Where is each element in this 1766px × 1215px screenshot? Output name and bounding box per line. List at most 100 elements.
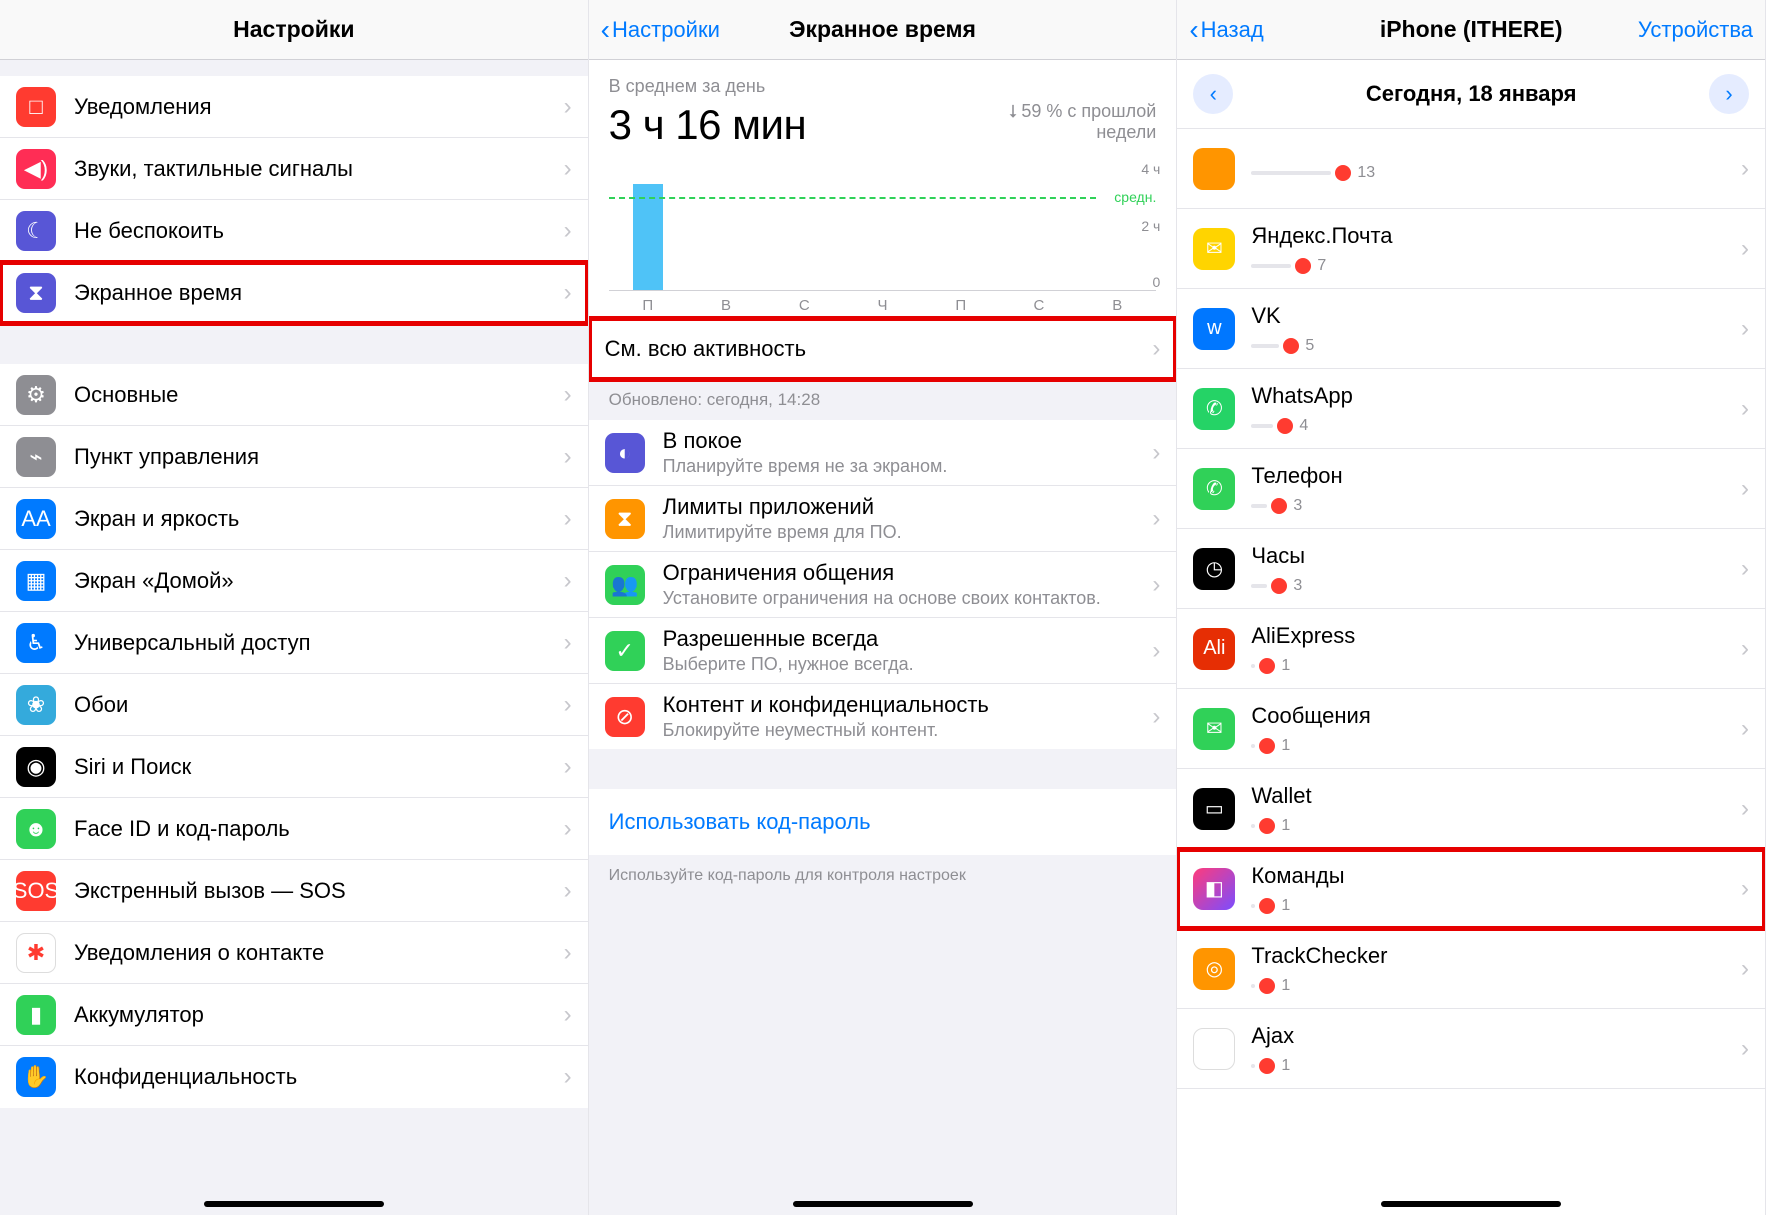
home-indicator [793,1201,973,1207]
next-day-button[interactable]: › [1709,74,1749,114]
app-row-Ajax[interactable]: ▼ Ajax 1 › [1177,1009,1765,1089]
chevron-right-icon: › [1741,155,1749,183]
accessibility-icon: ♿︎ [16,623,56,663]
app-row-Сообщения[interactable]: ✉ Сообщения 1 › [1177,689,1765,769]
option-row-comm-limits[interactable]: 👥 Ограничения общения Установите огранич… [589,552,1177,618]
back-button[interactable]: ‹ Настройки [601,0,720,60]
option-row-app-limits[interactable]: ⧗ Лимиты приложений Лимитируйте время дл… [589,486,1177,552]
meter-dot [1259,898,1275,914]
navbar-title: iPhone (ITHERE) [1380,16,1563,43]
back-label: Назад [1201,17,1264,43]
app-icon: w [1193,308,1235,350]
back-button[interactable]: ‹ Назад [1189,0,1263,60]
y-axis: 4 ч 2 ч 0 [1100,161,1160,290]
usage-meter: 1 [1251,897,1741,915]
chevron-right-icon: › [564,93,572,121]
settings-row-privacy[interactable]: ✋ Конфиденциальность › [0,1046,588,1108]
meter-dot [1271,498,1287,514]
row-label: Конфиденциальность [74,1064,564,1090]
navbar: ‹ Назад iPhone (ITHERE) Устройства [1177,0,1765,60]
app-icon [1193,148,1235,190]
app-row-WhatsApp[interactable]: ✆ WhatsApp 4 › [1177,369,1765,449]
app-name: AliExpress [1251,623,1741,649]
wallpaper-icon: ❀ [16,685,56,725]
usage-meter: 13 [1251,164,1741,182]
meter-dot [1271,578,1287,594]
see-activity-row[interactable]: См. всю активность › [589,318,1177,380]
usage-count: 13 [1357,164,1375,182]
usage-count: 5 [1305,337,1314,355]
settings-row-accessibility[interactable]: ♿︎ Универсальный доступ › [0,612,588,674]
settings-row-general[interactable]: ⚙︎ Основные › [0,364,588,426]
day-label: П [609,291,687,314]
usage-count: 3 [1293,497,1302,515]
app-name: Ajax [1251,1023,1741,1049]
settings-row-home-screen[interactable]: ▦ Экран «Домой» › [0,550,588,612]
chevron-right-icon: › [1152,335,1160,363]
meter-track [1251,824,1255,828]
display-icon: AA [16,499,56,539]
day-label: С [1000,291,1078,314]
use-passcode-link[interactable]: Использовать код-пароль [589,789,1177,855]
always-allowed-icon: ✓ [605,631,645,671]
settings-row-siri[interactable]: ◉ Siri и Поиск › [0,736,588,798]
option-subtitle: Лимитируйте время для ПО. [663,522,1153,543]
meter-dot [1259,658,1275,674]
meter-dot [1277,418,1293,434]
option-row-always-allowed[interactable]: ✓ Разрешенные всегда Выберите ПО, нужное… [589,618,1177,684]
settings-row-control-center[interactable]: ⌁ Пункт управления › [0,426,588,488]
option-row-downtime[interactable]: ◐ В покое Планируйте время не за экраном… [589,420,1177,486]
meter-track [1251,664,1255,668]
settings-row-faceid[interactable]: ☻ Face ID и код-пароль › [0,798,588,860]
option-subtitle: Блокируйте неуместный контент. [663,720,1153,741]
exposure-icon: ✱ [16,933,56,973]
app-row-item-0[interactable]: 13 › [1177,129,1765,209]
home-indicator [1381,1201,1561,1207]
usage-meter: 7 [1251,257,1741,275]
chevron-left-icon: ‹ [601,14,610,46]
option-subtitle: Установите ограничения на основе своих к… [663,588,1153,609]
app-row-AliExpress[interactable]: Ali AliExpress 1 › [1177,609,1765,689]
home-screen-icon: ▦ [16,561,56,601]
day-label: С [765,291,843,314]
meter-dot [1295,258,1311,274]
settings-row-battery[interactable]: ▮ Аккумулятор › [0,984,588,1046]
usage-meter: 1 [1251,737,1741,755]
option-row-content-privacy[interactable]: ⊘ Контент и конфиденциальность Блокируйт… [589,684,1177,749]
settings-row-wallpaper[interactable]: ❀ Обои › [0,674,588,736]
app-icon: ✉ [1193,228,1235,270]
date-pager: ‹ Сегодня, 18 января › [1177,60,1765,129]
app-name: Команды [1251,863,1741,889]
average-line [609,197,1097,199]
option-subtitle: Выберите ПО, нужное всегда. [663,654,1153,675]
settings-row-sounds[interactable]: ◀︎) Звуки, тактильные сигналы › [0,138,588,200]
settings-row-display[interactable]: AA Экран и яркость › [0,488,588,550]
chevron-left-icon: ‹ [1189,14,1198,46]
settings-row-exposure[interactable]: ✱ Уведомления о контакте › [0,922,588,984]
sos-icon: SOS [16,871,56,911]
chevron-right-icon: › [1741,475,1749,503]
app-row-Команды[interactable]: ◧ Команды 1 › [1177,849,1765,929]
settings-row-dnd[interactable]: ☾ Не беспокоить › [0,200,588,262]
settings-row-screen-time[interactable]: ⧗ Экранное время › [0,262,588,324]
app-row-VK[interactable]: w VK 5 › [1177,289,1765,369]
meter-dot [1259,818,1275,834]
app-icon: ▭ [1193,788,1235,830]
settings-row-notifications[interactable]: □ Уведомления › [0,76,588,138]
devices-link[interactable]: Устройства [1638,0,1753,60]
app-row-Яндекс.Почта[interactable]: ✉ Яндекс.Почта 7 › [1177,209,1765,289]
app-list: 13 ›✉ Яндекс.Почта 7 ›w VK 5 ›✆ WhatsApp… [1177,129,1765,1215]
app-row-Wallet[interactable]: ▭ Wallet 1 › [1177,769,1765,849]
usage-meter: 1 [1251,1057,1741,1075]
settings-content: □ Уведомления ›◀︎) Звуки, тактильные сиг… [0,60,588,1215]
prev-day-button[interactable]: ‹ [1193,74,1233,114]
row-label: Face ID и код-пароль [74,816,564,842]
usage-count: 1 [1281,1057,1290,1075]
app-row-TrackChecker[interactable]: ◎ TrackChecker 1 › [1177,929,1765,1009]
chevron-right-icon: › [1152,571,1160,599]
row-label: Экран и яркость [74,506,564,532]
app-row-Телефон[interactable]: ✆ Телефон 3 › [1177,449,1765,529]
settings-row-sos[interactable]: SOS Экстренный вызов — SOS › [0,860,588,922]
app-row-Часы[interactable]: ◷ Часы 3 › [1177,529,1765,609]
activity-label: См. всю активность [605,336,1153,362]
